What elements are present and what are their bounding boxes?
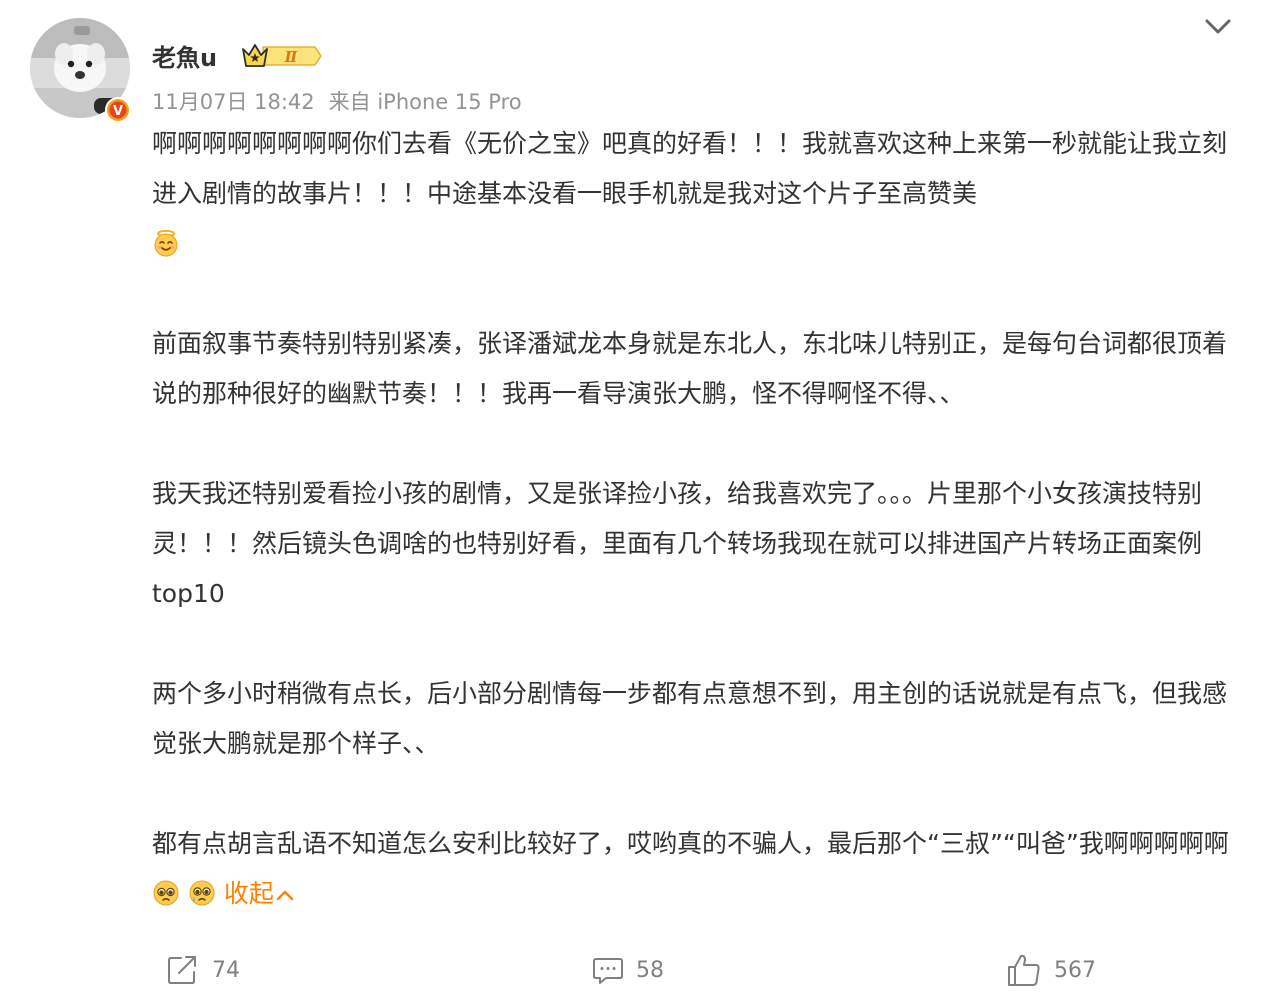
post-paragraph-2: 前面叙事节奏特别特别紧凑，张译潘斌龙本身就是东北人，东北味儿特别正，是每句台词都… <box>152 329 1228 408</box>
post-meta: 11月07日 18:42 来自 iPhone 15 Pro <box>152 86 536 116</box>
svg-text:V: V <box>113 104 123 119</box>
post-time[interactable]: 11月07日 18:42 <box>152 90 315 114</box>
collapse-link[interactable]: 收起 <box>224 879 294 908</box>
thumbs-up-icon <box>1008 954 1040 986</box>
comment-icon <box>593 958 623 984</box>
level-badge-text: Ⅱ <box>284 48 299 66</box>
teary-face-emoji-icon <box>189 880 215 906</box>
pleading-face-emoji-icon <box>153 880 179 906</box>
comment-button[interactable]: 58 <box>592 952 664 988</box>
repost-icon <box>168 956 196 984</box>
author-name[interactable]: 老魚u <box>152 38 217 73</box>
post-paragraph-4: 两个多小时稍微有点长，后小部分剧情每一步都有点意想不到，用主创的话说就是有点飞，… <box>152 679 1228 758</box>
membership-crown-badge[interactable]: Ⅱ <box>241 40 323 72</box>
repost-count: 74 <box>212 957 240 983</box>
post-source: 来自 iPhone 15 Pro <box>328 90 522 114</box>
chevron-up-icon <box>276 890 294 901</box>
comment-count: 58 <box>636 957 664 983</box>
chevron-down-icon[interactable] <box>1200 12 1236 42</box>
repost-button[interactable]: 74 <box>166 952 240 988</box>
verified-icon: V <box>105 97 131 123</box>
post-paragraph-3: 我天我还特别爱看捡小孩的剧情，又是张译捡小孩，给我喜欢完了。。。片里那个小女孩演… <box>152 479 1203 608</box>
post-paragraph-5: 都有点胡言乱语不知道怎么安利比较好了，哎哟真的不骗人，最后那个“三叔”“叫爸”我… <box>152 829 1229 908</box>
verified-badge: V <box>104 96 132 124</box>
post-text: 啊啊啊啊啊啊啊啊你们去看《无价之宝》吧真的好看！！！我就喜欢这种上来第一秒就能让… <box>152 119 1232 919</box>
like-count: 567 <box>1054 957 1096 983</box>
post-paragraph-1: 啊啊啊啊啊啊啊啊你们去看《无价之宝》吧真的好看！！！我就喜欢这种上来第一秒就能让… <box>152 119 1232 269</box>
angel-emoji-icon <box>154 229 178 257</box>
like-button[interactable]: 567 <box>1006 952 1096 988</box>
